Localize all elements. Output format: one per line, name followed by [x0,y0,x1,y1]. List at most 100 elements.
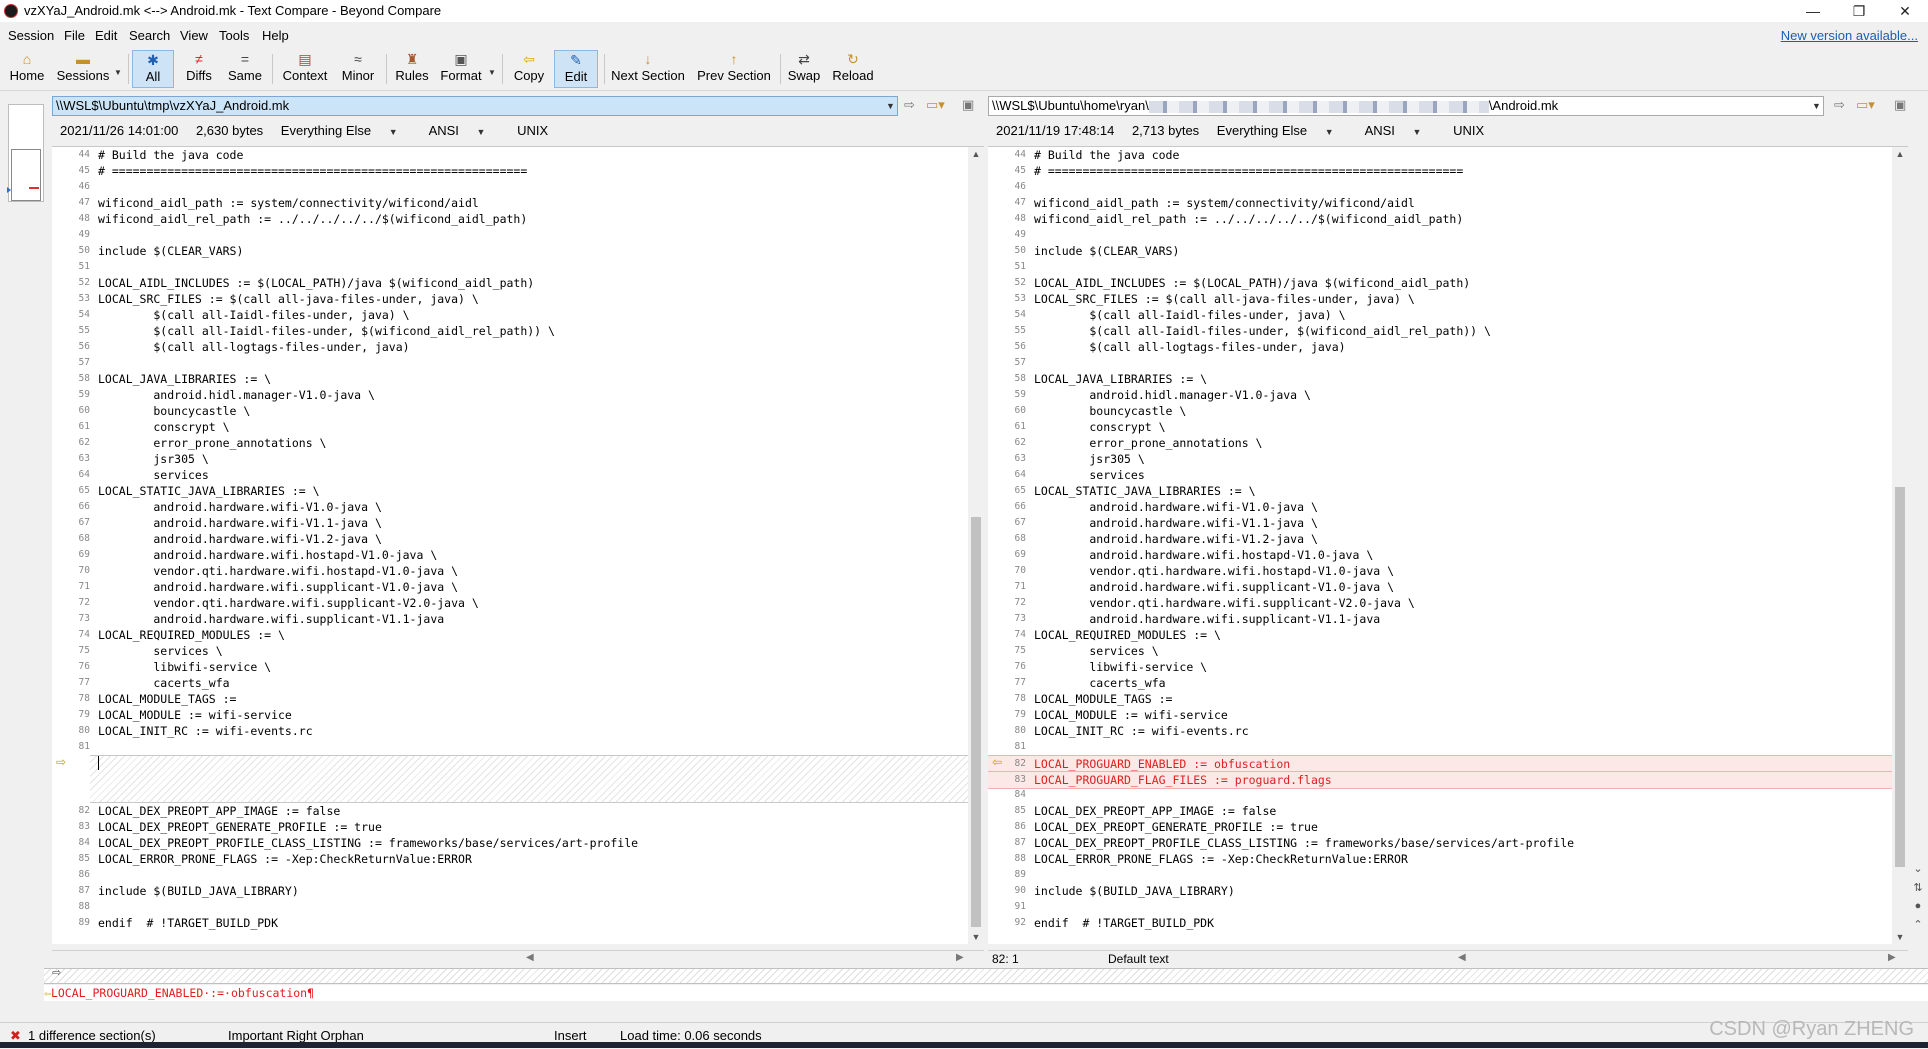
code-line[interactable]: 92 endif # !TARGET_BUILD_PDK [988,915,1908,931]
code-line[interactable]: 76 libwifi-service \ [52,659,984,675]
code-line[interactable]: 82 LOCAL_DEX_PREOPT_APP_IMAGE := false [52,803,984,819]
code-line[interactable]: 80 LOCAL_INIT_RC := wifi-events.rc [52,723,984,739]
menu-file[interactable]: File [64,28,85,43]
code-line[interactable]: 72 vendor.qti.hardware.wifi.supplicant-V… [988,595,1908,611]
code-line[interactable]: 65 LOCAL_STATIC_JAVA_LIBRARIES := \ [988,483,1908,499]
code-line[interactable]: 73 android.hardware.wifi.supplicant-V1.1… [988,611,1908,627]
restore-button[interactable]: ❐ [1836,0,1882,22]
code-line[interactable]: 52 LOCAL_AIDL_INCLUDES := $(LOCAL_PATH)/j… [988,275,1908,291]
prev-section-button[interactable]: ↑ Prev Section [694,50,774,88]
scroll-down-icon[interactable]: ▼ [968,932,984,942]
code-line[interactable]: 58 LOCAL_JAVA_LIBRARIES := \ [52,371,984,387]
code-line[interactable]: 78 LOCAL_MODULE_TAGS := [988,691,1908,707]
next-diff-icon[interactable]: ⌄ [1908,862,1928,875]
format-dropdown-icon[interactable]: ▼ [488,68,496,77]
right-path-input[interactable]: \\WSL$\Ubuntu\home\ryan\ \Android.mk [988,96,1824,116]
code-line[interactable]: 65 LOCAL_STATIC_JAVA_LIBRARIES := \ [52,483,984,499]
code-line[interactable]: 91 [988,899,1908,915]
code-line[interactable]: 69 android.hardware.wifi.hostapd-V1.0-ja… [52,547,984,563]
context-button[interactable]: ▤ Context [278,50,332,88]
right-history-icon[interactable]: ⇨ [1834,97,1845,113]
code-line[interactable]: 67 android.hardware.wifi-V1.1-java \ [988,515,1908,531]
code-line[interactable]: 45 # ====================================… [52,163,984,179]
menu-tools[interactable]: Tools [219,28,249,43]
code-line[interactable]: 88 [52,899,984,915]
code-line[interactable]: 57 [988,355,1908,371]
swap-button[interactable]: ⇄ Swap [784,50,824,88]
code-line[interactable]: 74 LOCAL_REQUIRED_MODULES := \ [52,627,984,643]
code-line[interactable]: 84 [988,787,1908,803]
code-line[interactable]: 55 $(call all-Iaidl-files-under, $(wific… [52,323,984,339]
thumbnail-overview[interactable] [7,104,44,202]
prev-diff-icon[interactable]: ⌃ [1908,918,1928,931]
code-line[interactable]: 61 conscrypt \ [52,419,984,435]
scroll-left-icon[interactable]: ◀ [526,952,534,963]
copy-to-right-arrow-icon[interactable]: ⇨ [56,755,66,769]
code-line[interactable]: 74 LOCAL_REQUIRED_MODULES := \ [988,627,1908,643]
left-path-dropdown-icon[interactable]: ▼ [886,101,895,111]
code-line[interactable]: 62 error_prone_annotations \ [988,435,1908,451]
sessions-button[interactable]: ▬ Sessions [52,50,114,88]
close-button[interactable]: ✕ [1882,0,1928,22]
left-line-endings[interactable]: UNIX [517,123,548,138]
code-line[interactable]: 60 bouncycastle \ [52,403,984,419]
code-line[interactable]: 83 LOCAL_DEX_PREOPT_GENERATE_PROFILE := t… [52,819,984,835]
sessions-dropdown-icon[interactable]: ▼ [114,68,122,77]
code-line[interactable]: 51 [988,259,1908,275]
menu-session[interactable]: Session [8,28,54,43]
right-save-icon[interactable]: ▣ [1894,97,1906,113]
code-line[interactable]: 61 conscrypt \ [988,419,1908,435]
scroll-up-icon[interactable]: ▲ [968,149,984,159]
code-line[interactable]: 49 [52,227,984,243]
code-line[interactable]: 85 LOCAL_ERROR_PRONE_FLAGS := -Xep:CheckR… [52,851,984,867]
code-line[interactable]: 48 wificond_aidl_rel_path := ../../../../… [52,211,984,227]
code-line[interactable]: 54 $(call all-Iaidl-files-under, java) \ [988,307,1908,323]
code-line[interactable]: 63 jsr305 \ [52,451,984,467]
left-horizontal-scrollbar[interactable]: ◀ ▶ [52,950,984,967]
left-vertical-scrollbar[interactable]: ▲ ▼ [968,147,984,944]
code-line[interactable]: 53 LOCAL_SRC_FILES := $(call all-java-fil… [52,291,984,307]
code-line[interactable]: 70 vendor.qti.hardware.wifi.hostapd-V1.0… [988,563,1908,579]
left-history-icon[interactable]: ⇨ [904,97,915,113]
left-format-select[interactable]: Everything Else ▼ [281,123,412,138]
code-line[interactable]: 56 $(call all-logtags-files-under, java) [52,339,984,355]
code-line[interactable]: 60 bouncycastle \ [988,403,1908,419]
menu-view[interactable]: View [180,28,208,43]
reload-button[interactable]: ↻ Reload [828,50,878,88]
code-line[interactable]: 70 vendor.qti.hardware.wifi.hostapd-V1.0… [52,563,984,579]
code-line[interactable]: 64 services [52,467,984,483]
position-icon[interactable]: ● [1908,900,1928,912]
code-line[interactable]: 85 LOCAL_DEX_PREOPT_APP_IMAGE := false [988,803,1908,819]
code-line[interactable]: 59 android.hidl.manager-V1.0-java \ [52,387,984,403]
code-line[interactable]: 67 android.hardware.wifi-V1.1-java \ [52,515,984,531]
format-button[interactable]: ▣ Format [436,50,486,88]
right-format-select[interactable]: Everything Else ▼ [1217,123,1348,138]
code-line[interactable]: 68 android.hardware.wifi-V1.2-java \ [988,531,1908,547]
right-line-endings[interactable]: UNIX [1453,123,1484,138]
code-line[interactable]: 53 LOCAL_SRC_FILES := $(call all-java-fil… [988,291,1908,307]
right-open-folder-icon[interactable]: ▭▾ [1856,97,1875,113]
code-line[interactable]: 50 include $(CLEAR_VARS) [52,243,984,259]
menu-edit[interactable]: Edit [95,28,117,43]
home-button[interactable]: ⌂ Home [4,50,50,88]
swap-small-icon[interactable]: ⇅ [1908,881,1928,894]
code-line[interactable]: 86 [52,867,984,883]
scroll-right-icon[interactable]: ▶ [1888,952,1896,963]
rules-button[interactable]: ♜ Rules [392,50,432,88]
code-line[interactable]: 81 [988,739,1908,755]
code-line[interactable]: 87 include $(BUILD_JAVA_LIBRARY) [52,883,984,899]
code-line[interactable]: 46 [988,179,1908,195]
code-line[interactable]: 66 android.hardware.wifi-V1.0-java \ [52,499,984,515]
menu-help[interactable]: Help [262,28,289,43]
new-version-link[interactable]: New version available... [1781,28,1918,43]
code-line[interactable]: 62 error_prone_annotations \ [52,435,984,451]
code-line[interactable]: 88 LOCAL_ERROR_PRONE_FLAGS := -Xep:CheckR… [988,851,1908,867]
code-line[interactable]: 75 services \ [52,643,984,659]
code-line[interactable]: 75 services \ [988,643,1908,659]
code-line[interactable]: 73 android.hardware.wifi.supplicant-V1.1… [52,611,984,627]
code-line[interactable]: 84 LOCAL_DEX_PREOPT_PROFILE_CLASS_LISTING… [52,835,984,851]
code-line[interactable]: 49 [988,227,1908,243]
left-text-pane[interactable]: 44 # Build the java code 45 # =============… [52,146,984,944]
code-line[interactable]: 44 # Build the java code [52,147,984,163]
code-line[interactable]: 77 cacerts_wfa [988,675,1908,691]
